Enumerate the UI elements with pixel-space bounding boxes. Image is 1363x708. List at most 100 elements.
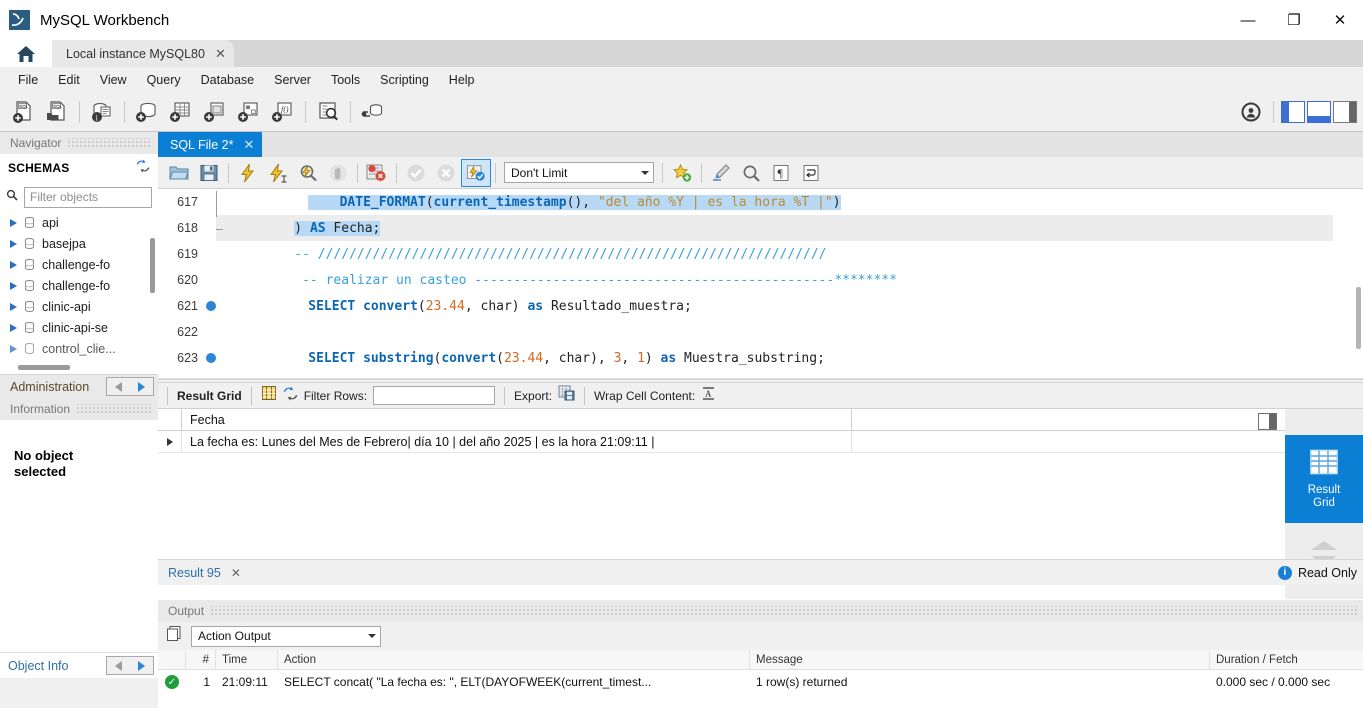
grid-cell[interactable]: La fecha es: Lunes del Mes de Febrero| d… [182, 431, 852, 452]
result-grid[interactable]: Fecha La fecha es: Lunes del Mes de Febr… [158, 409, 1363, 599]
object-info-tab[interactable]: Object Info [0, 652, 158, 678]
duration-column-header[interactable]: Duration / Fetch [1210, 650, 1360, 669]
create-function-icon[interactable]: f() [266, 96, 300, 128]
message-column-header[interactable]: Message [750, 650, 1210, 669]
connection-info-icon[interactable]: i [85, 96, 119, 128]
row-limit-select[interactable]: Don't Limit [504, 162, 654, 183]
rollback-icon[interactable] [431, 159, 461, 187]
sql-file-tab[interactable]: SQL File 2* ✕ [158, 132, 263, 157]
toggle-sidebar-panel-icon[interactable] [1281, 101, 1305, 123]
restore-button[interactable]: ❐ [1271, 0, 1317, 40]
schema-list-horizontal-scrollbar[interactable] [18, 365, 70, 370]
code-line[interactable]: 621 SELECT convert(23.44, char) as Resul… [158, 293, 1363, 319]
row-selector-cell[interactable] [158, 431, 182, 452]
menu-file[interactable]: File [8, 70, 48, 90]
refresh-icon[interactable] [136, 159, 150, 178]
menu-database[interactable]: Database [191, 70, 265, 90]
find-icon[interactable] [736, 159, 766, 187]
expand-triangle-icon[interactable] [10, 281, 17, 290]
save-snippet-icon[interactable] [667, 159, 697, 187]
expand-triangle-icon[interactable] [10, 260, 17, 269]
home-tab[interactable] [0, 40, 52, 67]
toggle-output-panel-icon[interactable] [1307, 101, 1331, 123]
save-file-icon[interactable] [194, 159, 224, 187]
result-tab-close-icon[interactable]: ✕ [231, 566, 241, 580]
menu-view[interactable]: View [90, 70, 137, 90]
toggle-secondary-sidebar-icon[interactable] [1234, 96, 1268, 128]
schema-list-item[interactable]: challenge-fo [0, 254, 158, 275]
close-button[interactable]: ✕ [1317, 0, 1363, 40]
menu-help[interactable]: Help [439, 70, 485, 90]
commit-icon[interactable] [401, 159, 431, 187]
menu-query[interactable]: Query [137, 70, 191, 90]
arrow-left-icon[interactable] [115, 381, 122, 392]
new-sql-tab-icon[interactable]: SQL [6, 96, 40, 128]
connection-tab-close-icon[interactable]: ✕ [215, 46, 226, 62]
create-table-icon[interactable] [164, 96, 198, 128]
schema-list-item[interactable]: clinic-api-se [0, 317, 158, 338]
grid-view-icon[interactable] [261, 385, 277, 406]
output-view-select[interactable]: Action Output [191, 625, 381, 647]
arrow-left-icon[interactable] [115, 660, 122, 671]
explain-statement-icon[interactable] [293, 159, 323, 187]
filter-objects-input[interactable]: Filter objects [24, 186, 152, 208]
code-line[interactable]: 623 SELECT substring(convert(23.44, char… [158, 345, 1363, 371]
result-grid-side-tab[interactable]: Result Grid [1285, 435, 1363, 523]
grid-column-header[interactable]: Fecha [182, 409, 852, 430]
open-file-icon[interactable] [164, 159, 194, 187]
sidebar-tab-administration[interactable]: Administration [0, 374, 158, 398]
action-output-table[interactable]: # Time Action Message Duration / Fetch ✓… [158, 650, 1363, 708]
search-data-icon[interactable] [311, 96, 345, 128]
expand-triangle-icon[interactable] [10, 302, 17, 311]
schema-list[interactable]: api basejpa challenge-fo challenge-fo cl… [0, 212, 158, 362]
output-view-icon[interactable] [166, 625, 183, 647]
result-tab-label[interactable]: Result 95 [168, 566, 221, 580]
execute-current-statement-icon[interactable] [263, 159, 293, 187]
reconnect-server-icon[interactable] [356, 96, 390, 128]
toggle-secondary-panel-icon[interactable] [1333, 101, 1357, 123]
schema-list-vertical-scrollbar[interactable] [150, 238, 155, 293]
create-procedure-icon[interactable] [232, 96, 266, 128]
minimize-button[interactable]: — [1225, 0, 1271, 40]
table-row[interactable]: ✓ 1 21:09:11 SELECT concat( "La fecha es… [158, 670, 1363, 694]
schema-list-item[interactable]: clinic-api [0, 296, 158, 317]
expand-triangle-icon[interactable] [10, 344, 17, 353]
index-column-header[interactable]: # [186, 650, 216, 669]
editor-vertical-scrollbar[interactable] [1356, 287, 1361, 349]
export-icon[interactable] [558, 385, 575, 407]
beautify-sql-icon[interactable] [706, 159, 736, 187]
filter-rows-input[interactable] [373, 386, 496, 405]
toggle-invisible-chars-icon[interactable]: ¶ [766, 159, 796, 187]
stop-execution-icon[interactable] [323, 159, 353, 187]
arrow-right-icon[interactable] [138, 381, 145, 392]
action-column-header[interactable]: Action [278, 650, 750, 669]
connection-tab-local-instance[interactable]: Local instance MySQL80 ✕ [52, 40, 234, 67]
schema-list-item[interactable]: control_clie... [0, 338, 158, 359]
breakpoint-marker-icon[interactable] [206, 353, 216, 363]
schema-list-item[interactable]: challenge-fo [0, 275, 158, 296]
table-row[interactable]: La fecha es: Lunes del Mes de Febrero| d… [158, 431, 1363, 453]
menu-tools[interactable]: Tools [321, 70, 370, 90]
menu-edit[interactable]: Edit [48, 70, 90, 90]
wrap-text-icon[interactable]: A [701, 386, 716, 406]
create-schema-icon[interactable] [130, 96, 164, 128]
execute-statement-icon[interactable] [233, 159, 263, 187]
sql-code-editor[interactable]: 617 DATE_FORMAT(current_timestamp(), "de… [158, 189, 1363, 379]
menu-scripting[interactable]: Scripting [370, 70, 439, 90]
expand-triangle-icon[interactable] [10, 218, 17, 227]
chevron-up-icon[interactable] [1311, 541, 1337, 550]
schema-list-item[interactable]: api [0, 212, 158, 233]
menu-server[interactable]: Server [264, 70, 321, 90]
expand-triangle-icon[interactable] [10, 239, 17, 248]
expand-triangle-icon[interactable] [10, 323, 17, 332]
time-column-header[interactable]: Time [216, 650, 278, 669]
refresh-icon[interactable] [283, 386, 298, 406]
panel-toggle-icon[interactable] [1258, 413, 1277, 430]
arrow-right-icon[interactable] [138, 660, 145, 671]
toggle-stop-on-error-icon[interactable] [362, 159, 392, 187]
open-sql-script-icon[interactable]: SQL [40, 96, 74, 128]
toggle-wrapping-icon[interactable] [796, 159, 826, 187]
breakpoint-marker-icon[interactable] [206, 301, 216, 311]
schema-list-item[interactable]: basejpa [0, 233, 158, 254]
create-view-icon[interactable] [198, 96, 232, 128]
